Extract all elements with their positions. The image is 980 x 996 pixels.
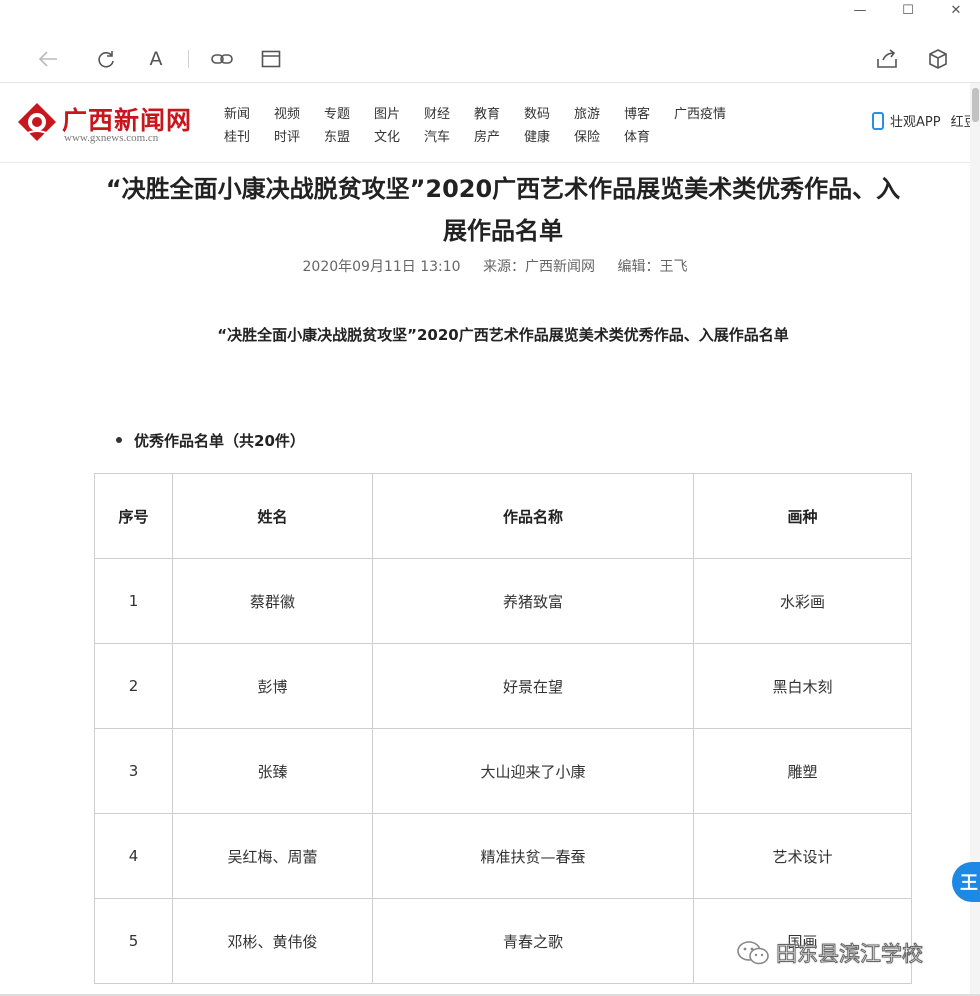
logo-url: www.gxnews.com.cn — [64, 132, 159, 144]
window-icon[interactable] — [257, 46, 285, 72]
nav-item[interactable]: 财经 — [424, 103, 474, 126]
nav-item[interactable]: 图片 — [374, 103, 424, 126]
header-divider — [0, 162, 970, 163]
section-heading-text: 优秀作品名单（共20件） — [134, 432, 305, 450]
site-logo[interactable]: 广西新闻网 www.gxnews.com.cn — [16, 99, 202, 147]
share-icon[interactable] — [873, 46, 901, 72]
nav-item[interactable]: 新闻 — [224, 103, 274, 126]
header-type: 画种 — [693, 473, 912, 559]
phone-icon — [872, 111, 884, 130]
cell-type: 黑白木刻 — [693, 643, 912, 729]
window-controls: — ☐ ✕ — [836, 0, 980, 20]
cell-work: 养猪致富 — [372, 558, 694, 644]
nav-item[interactable]: 专题 — [324, 103, 374, 126]
article-source: 来源：广西新闻网 — [483, 259, 596, 275]
watermark: 田东县滨江学校 — [736, 938, 924, 968]
cell-name: 张臻 — [172, 728, 373, 814]
cube-icon[interactable] — [924, 46, 952, 72]
cell-index: 2 — [94, 643, 173, 729]
publish-date: 2020年09月11日 13:10 — [302, 259, 461, 275]
cell-name: 彭博 — [172, 643, 373, 729]
article-editor: 编辑：王飞 — [617, 259, 688, 275]
cell-type: 水彩画 — [693, 558, 912, 644]
article-title: “决胜全面小康决战脱贫攻坚”2020广西艺术作品展览美术类优秀作品、入 展作品名… — [30, 168, 976, 252]
header-index: 序号 — [94, 473, 173, 559]
header-name: 姓名 — [172, 473, 373, 559]
nav-item[interactable]: 东盟 — [324, 126, 374, 149]
nav-item[interactable]: 教育 — [474, 103, 524, 126]
cell-index: 4 — [94, 813, 173, 899]
logo-emblem-icon — [18, 103, 56, 141]
cell-work: 青春之歌 — [372, 898, 694, 984]
nav-item[interactable]: 保险 — [574, 126, 624, 149]
table-header-row: 序号 姓名 作品名称 画种 — [94, 473, 912, 559]
app-link[interactable]: 壮观APP 红豆 — [872, 111, 977, 130]
nav-item[interactable]: 房产 — [474, 126, 524, 149]
nav-item[interactable]: 博客 — [624, 103, 674, 126]
close-button[interactable]: ✕ — [932, 0, 980, 20]
link-icon[interactable] — [208, 46, 236, 72]
cell-index: 5 — [94, 898, 173, 984]
cell-name: 蔡群徽 — [172, 558, 373, 644]
nav-item[interactable]: 桂刊 — [224, 126, 274, 149]
nav-item[interactable]: 汽车 — [424, 126, 474, 149]
nav-row-1: 新闻 视频 专题 图片 财经 教育 数码 旅游 博客 广西疫情 — [224, 103, 764, 126]
cell-index: 1 — [94, 558, 173, 644]
nav-item[interactable]: 时评 — [274, 126, 324, 149]
nav-item[interactable]: 视频 — [274, 103, 324, 126]
nav-row-2: 桂刊 时评 东盟 文化 汽车 房产 健康 保险 体育 — [224, 126, 764, 149]
table-row: 2 彭博 好景在望 黑白木刻 — [94, 643, 912, 729]
article-meta: 2020年09月11日 13:10 来源：广西新闻网 编辑：王飞 — [0, 256, 980, 276]
cell-index: 3 — [94, 728, 173, 814]
scrollbar-thumb[interactable] — [972, 88, 979, 122]
title-line-1: “决胜全面小康决战脱贫攻坚”2020广西艺术作品展览美术类优秀作品、入 — [105, 175, 901, 203]
wechat-icon — [737, 941, 769, 965]
app-label: 壮观APP — [890, 115, 941, 130]
toolbar-separator — [188, 50, 189, 68]
cell-type: 艺术设计 — [693, 813, 912, 899]
table-row: 1 蔡群徽 养猪致富 水彩画 — [94, 558, 912, 644]
table-row: 4 吴红梅、周蕾 精准扶贫—春蚕 艺术设计 — [94, 813, 912, 899]
nav-item[interactable]: 健康 — [524, 126, 574, 149]
nav-item[interactable]: 数码 — [524, 103, 574, 126]
browser-toolbar: A — [0, 36, 980, 82]
site-header: 广西新闻网 www.gxnews.com.cn 新闻 视频 专题 图片 财经 教… — [0, 83, 980, 163]
main-nav: 新闻 视频 专题 图片 财经 教育 数码 旅游 博客 广西疫情 桂刊 时评 东盟… — [224, 103, 764, 149]
title-line-2: 展作品名单 — [443, 217, 563, 245]
cell-name: 吴红梅、周蕾 — [172, 813, 373, 899]
cell-work: 精准扶贫—春蚕 — [372, 813, 694, 899]
refresh-icon[interactable] — [92, 46, 120, 72]
font-icon[interactable]: A — [142, 46, 170, 72]
minimize-button[interactable]: — — [836, 0, 884, 20]
bullet-icon — [116, 436, 122, 443]
section-heading: 优秀作品名单（共20件） — [116, 430, 305, 451]
article-subtitle: “决胜全面小康决战脱贫攻坚”2020广西艺术作品展览美术类优秀作品、入展作品名单 — [217, 326, 789, 344]
header-work: 作品名称 — [372, 473, 694, 559]
nav-item[interactable]: 广西疫情 — [674, 103, 744, 126]
cell-work: 大山迎来了小康 — [372, 728, 694, 814]
nav-item[interactable]: 文化 — [374, 126, 424, 149]
back-arrow-icon[interactable] — [34, 46, 62, 72]
maximize-button[interactable]: ☐ — [884, 0, 932, 20]
works-table: 序号 姓名 作品名称 画种 1 蔡群徽 养猪致富 水彩画 2 彭博 好景在望 黑… — [94, 473, 912, 984]
watermark-text: 田东县滨江学校 — [776, 942, 924, 967]
cell-work: 好景在望 — [372, 643, 694, 729]
nav-item[interactable]: 体育 — [624, 126, 674, 149]
floating-service-button[interactable]: 王 — [952, 862, 980, 902]
nav-item[interactable]: 旅游 — [574, 103, 624, 126]
cell-name: 邓彬、黄伟俊 — [172, 898, 373, 984]
table-row: 3 张臻 大山迎来了小康 雕塑 — [94, 728, 912, 814]
cell-type: 雕塑 — [693, 728, 912, 814]
